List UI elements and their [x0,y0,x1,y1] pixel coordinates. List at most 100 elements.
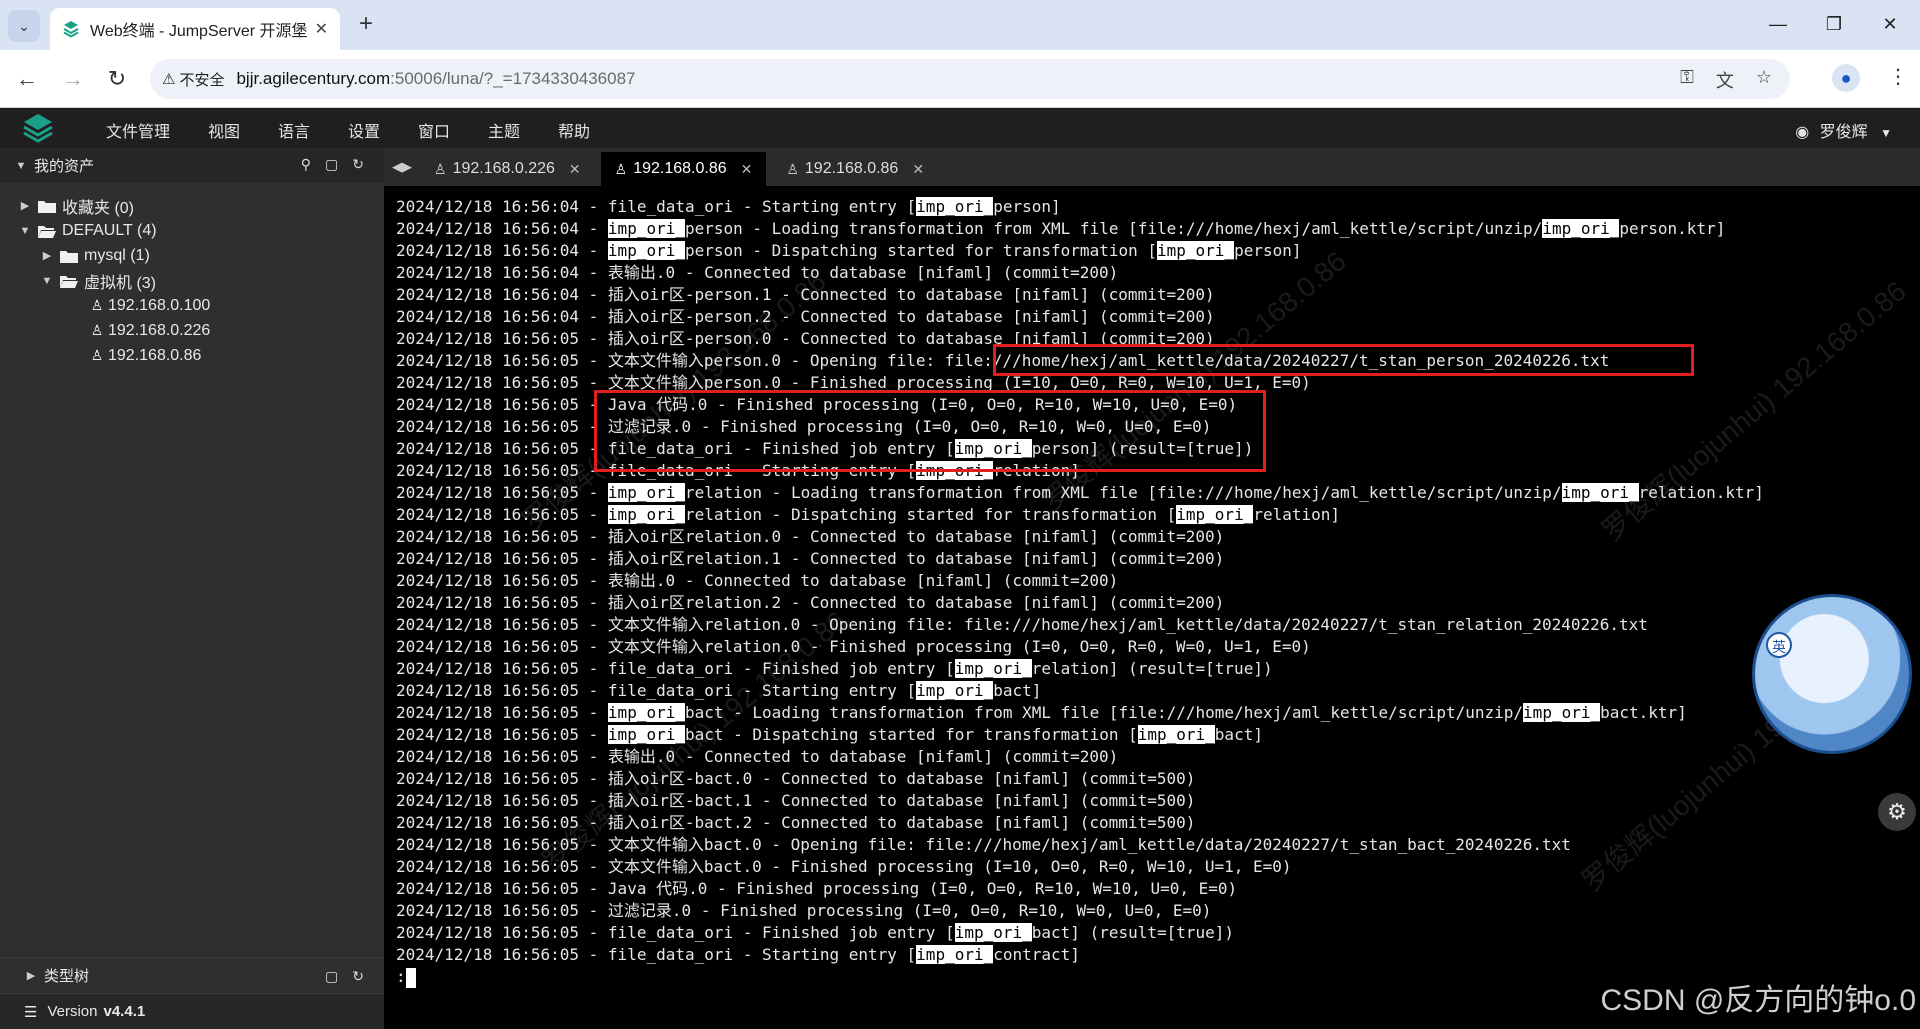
sidebar-footer: ▶ 类型树 ▢ ↻ ☰ Version v4.4.1 [0,957,384,1029]
terminal-text: 2024/12/18 16:56:05 - 表输出.0 - Connected … [396,747,1119,766]
assistant-avatar[interactable] [1752,594,1912,754]
user-name: 罗俊辉 [1819,124,1868,141]
tree-node-host[interactable]: ♙ 192.168.0.100 [0,293,384,318]
terminal-tab[interactable]: ♙ 192.168.0.86 ✕ [772,152,938,186]
profile-avatar-icon[interactable]: ● [1832,64,1860,92]
chevron-down-icon[interactable]: ▼ [40,275,54,287]
folder-open-icon [38,225,56,238]
tree-node-default[interactable]: ▼ DEFAULT (4) [0,218,384,243]
terminal-tab-active[interactable]: ♙ 192.168.0.86 ✕ [600,152,767,186]
terminal-line: 2024/12/18 16:56:05 - 插入oir区relation.1 -… [396,548,1920,570]
password-key-icon[interactable]: ⚿ [1680,67,1694,93]
terminal-text: 2024/12/18 16:56:04 - file_data_ori - St… [396,197,917,216]
terminal-text: 2024/12/18 16:56:05 - file_data_ori - St… [396,945,917,964]
tree-node-favorites[interactable]: ▶ 收藏夹 (0) [0,193,384,218]
collapse-all-icon[interactable]: ▢ [325,968,338,985]
close-tab-icon[interactable]: ✕ [569,161,581,178]
browser-tab-active[interactable]: Web终端 - JumpServer 开源堡 ✕ [50,8,340,50]
chevron-right-icon[interactable]: ▶ [18,199,32,212]
tab-scroll-arrows-icon[interactable]: ◀▶ [384,148,420,186]
user-menu[interactable]: ◉ 罗俊辉 ▼ [1795,118,1892,142]
terminal-highlight: imp_ori_ [1137,725,1215,744]
browser-menu-icon[interactable]: ⋮ [1888,64,1908,89]
terminal-text: 2024/12/18 16:56:05 - file_data_ori - Fi… [396,439,955,458]
terminal-text: person] [1234,241,1302,260]
terminal-line: 2024/12/18 16:56:05 - file_data_ori - Fi… [396,658,1920,680]
terminal-highlight: imp_ori_ [607,483,685,502]
forward-icon[interactable]: → [58,64,88,94]
back-icon[interactable]: ← [12,64,42,94]
jumpserver-logo-icon [23,114,53,143]
terminal-highlight: imp_ori_ [1542,219,1620,238]
new-tab-icon[interactable]: + [352,10,380,38]
terminal-tab-label: 192.168.0.86 [633,160,727,177]
csdn-watermark: CSDN @反方向的钟o.0 [1600,984,1917,1017]
collapse-all-icon[interactable]: ▢ [325,156,338,173]
terminal-text: 2024/12/18 16:56:05 - 文本文件输入person.0 - O… [396,351,1610,370]
terminal-text: person] [993,197,1061,216]
menu-theme[interactable]: 主题 [488,118,520,142]
minimize-window-icon[interactable]: — [1758,10,1798,38]
input-method-badge[interactable]: 英 [1766,632,1792,658]
folder-open-icon [60,275,78,288]
menu-view[interactable]: 视图 [208,118,240,142]
linux-icon: ♙ [90,322,104,338]
tree-node-mysql[interactable]: ▶ mysql (1) [0,243,384,268]
restore-window-icon[interactable]: ❐ [1814,10,1854,38]
my-assets-header[interactable]: ▼ 我的资产 ⚲ ▢ ↻ [0,148,384,183]
gear-icon[interactable]: ⚙ [1878,793,1916,831]
type-tree-header[interactable]: ▶ 类型树 ▢ ↻ [0,957,384,993]
terminal-line: 2024/12/18 16:56:05 - 文本文件输入relation.0 -… [396,614,1920,636]
terminal-highlight: imp_ori_ [607,505,685,524]
menu-file-manage[interactable]: 文件管理 [106,118,170,142]
terminal-highlight: imp_ori_ [1523,703,1601,722]
search-icon[interactable]: ⚲ [301,156,311,173]
terminal-text: bact] (result=[true]) [1031,923,1235,942]
terminal-line: 2024/12/18 16:56:05 - Java 代码.0 - Finish… [396,394,1920,416]
terminal-highlight: imp_ori_ [916,461,994,480]
close-window-icon[interactable]: ✕ [1870,10,1910,38]
linux-icon: ♙ [786,160,799,177]
close-tab-icon[interactable]: ✕ [315,19,328,39]
chevron-down-icon[interactable]: ▼ [18,225,32,237]
terminal-line: 2024/12/18 16:56:05 - file_data_ori - Fi… [396,922,1920,944]
terminal-highlight: imp_ori_ [607,241,685,260]
chevron-right-icon[interactable]: ▶ [40,249,54,262]
url-omnibox[interactable]: ⚠ 不安全 bjjr.agilecentury.com:50006/luna/?… [150,59,1790,99]
close-tab-icon[interactable]: ✕ [912,161,924,178]
menu-language[interactable]: 语言 [278,118,310,142]
terminal-text: 2024/12/18 16:56:05 - 插入oir区relation.0 -… [396,527,1225,546]
browser-tab-title: Web终端 - JumpServer 开源堡 [90,23,308,40]
terminal-line: 2024/12/18 16:56:05 - Java 代码.0 - Finish… [396,878,1920,900]
terminal-highlight: imp_ori_ [916,681,994,700]
menu-help[interactable]: 帮助 [558,118,590,142]
tree-node-label: DEFAULT (4) [62,221,157,239]
reload-icon[interactable]: ↻ [102,64,132,94]
terminal-tab-label: 192.168.0.226 [452,160,555,177]
translate-icon[interactable]: 文 [1716,67,1734,93]
terminal-text: 2024/12/18 16:56:05 - 文本文件输入bact.0 - Ope… [396,835,1571,854]
my-assets-title: 我的资产 [34,158,95,175]
tree-node-vm[interactable]: ▼ 虚拟机 (3) [0,268,384,293]
refresh-icon[interactable]: ↻ [352,156,364,173]
terminal-text: 2024/12/18 16:56:05 - 插入oir区-bact.1 - Co… [396,791,1196,810]
terminal-highlight: imp_ori_ [607,725,685,744]
terminal-tab-bar: ◀▶ ♙ 192.168.0.226 ✕ ♙ 192.168.0.86 ✕ ♙ … [384,148,1920,186]
terminal-output[interactable]: 2024/12/18 16:56:04 - file_data_ori - St… [384,186,1920,1029]
caret-down-icon: ▼ [15,159,27,172]
terminal-text: 2024/12/18 16:56:05 - file_data_ori - Fi… [396,659,955,678]
terminal-highlight: imp_ori_ [607,703,685,722]
tab-search-dropdown-icon[interactable]: ⌄ [8,10,40,42]
tree-node-host[interactable]: ♙ 192.168.0.226 [0,318,384,343]
refresh-icon[interactable]: ↻ [352,968,364,985]
security-indicator[interactable]: ⚠ 不安全 [162,69,224,90]
bookmark-star-icon[interactable]: ☆ [1756,67,1772,93]
terminal-tab[interactable]: ♙ 192.168.0.226 ✕ [420,152,595,186]
menu-window[interactable]: 窗口 [418,118,450,142]
close-tab-icon[interactable]: ✕ [741,161,753,178]
terminal-text: 2024/12/18 16:56:05 - file_data_ori - Fi… [396,923,955,942]
terminal-lines: 2024/12/18 16:56:04 - file_data_ori - St… [396,196,1920,966]
menu-settings[interactable]: 设置 [348,118,380,142]
terminal-text: person.ktr] [1619,219,1726,238]
tree-node-host[interactable]: ♙ 192.168.0.86 [0,343,384,368]
